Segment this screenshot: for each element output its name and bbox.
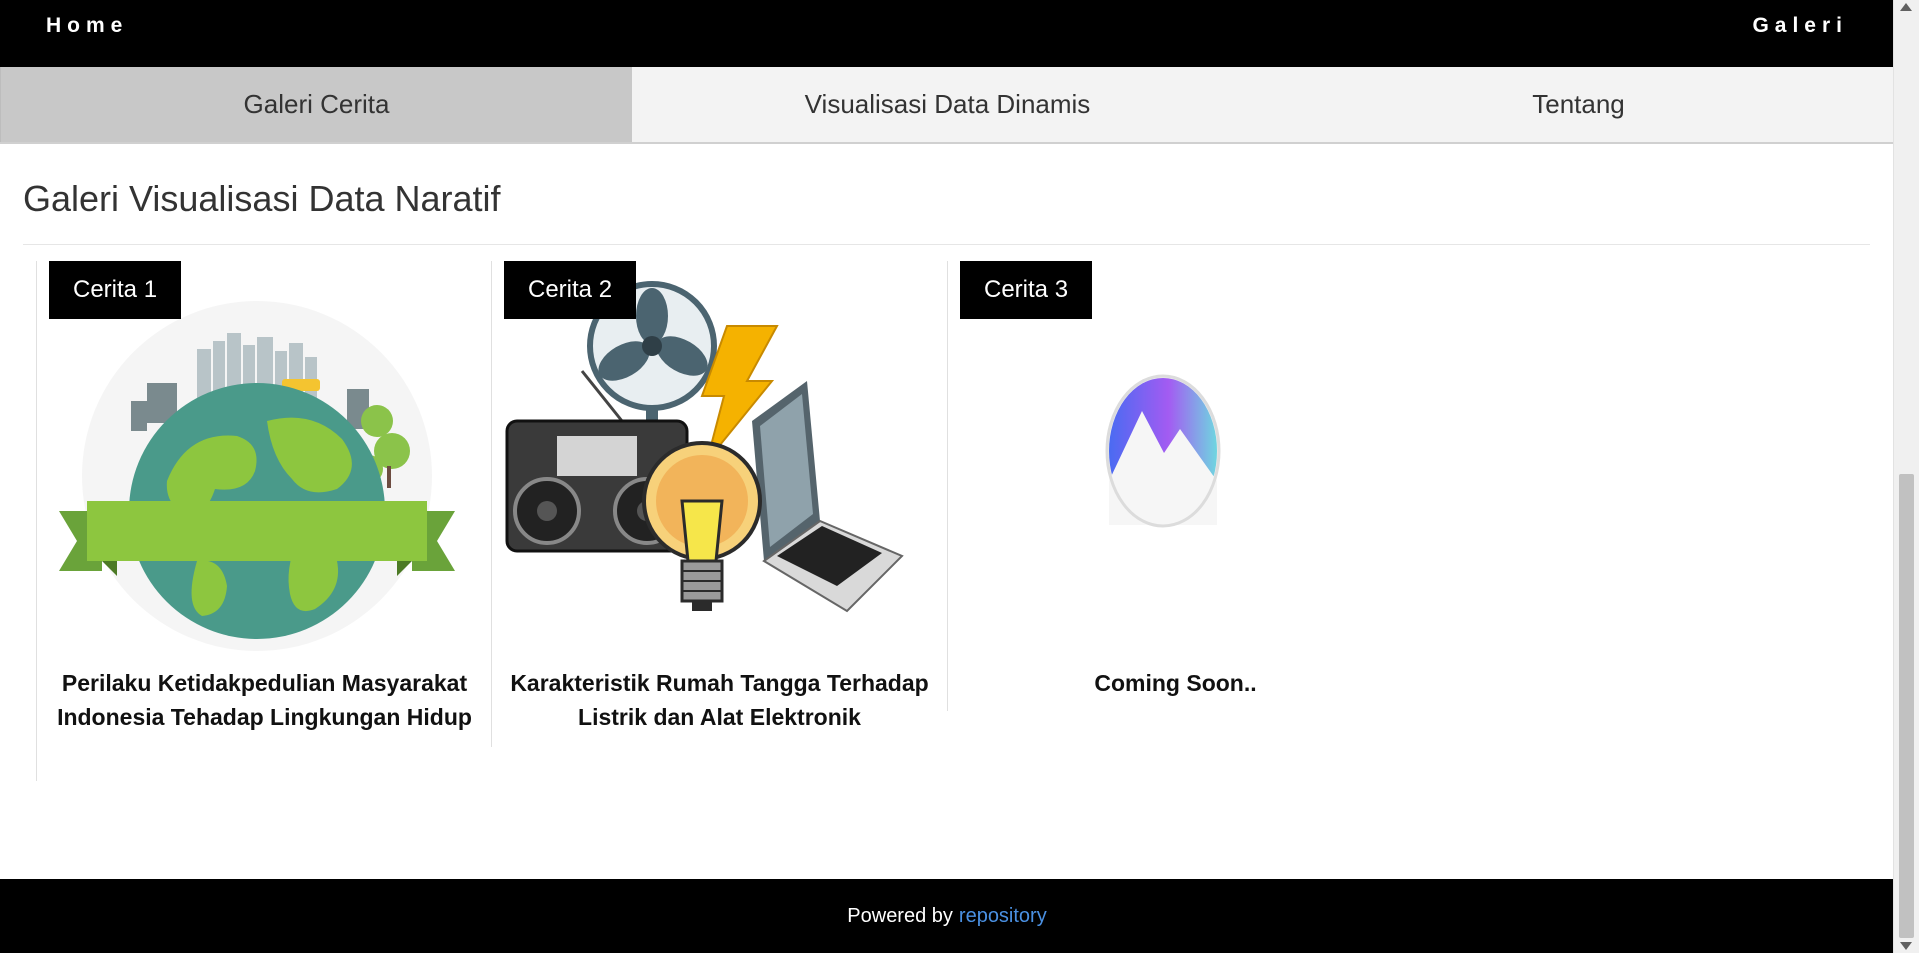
story-title[interactable]: Coming Soon..: [948, 666, 1403, 700]
story-card-2[interactable]: Cerita 2 Karakteristik Rumah Tangga Terh…: [491, 261, 947, 747]
footer: Powered by repository: [0, 879, 1894, 953]
story-card-3[interactable]: Cerita 3 Coming Soon..: [947, 261, 1403, 711]
scroll-up-arrow-icon[interactable]: [1900, 3, 1912, 11]
story-card-1[interactable]: Cerita 1 Perilaku Ketidakpedulian Masyar…: [36, 261, 492, 781]
nav-galeri-link[interactable]: Galeri: [1752, 14, 1848, 38]
tab-bar: Galeri Cerita Visualisasi Data Dinamis T…: [0, 67, 1894, 144]
vertical-scrollbar[interactable]: [1893, 0, 1919, 953]
story-badge[interactable]: Cerita 2: [504, 261, 637, 319]
tab-visualisasi-data-dinamis[interactable]: Visualisasi Data Dinamis: [632, 67, 1263, 142]
scroll-down-arrow-icon[interactable]: [1900, 942, 1912, 950]
repository-link[interactable]: repository: [959, 905, 1047, 928]
scrollbar-thumb[interactable]: [1899, 474, 1914, 938]
tab-galeri-cerita[interactable]: Galeri Cerita: [0, 67, 632, 142]
story-badge[interactable]: Cerita 1: [49, 261, 182, 319]
tab-tentang[interactable]: Tentang: [1263, 67, 1894, 142]
divider: [23, 244, 1870, 245]
story-title[interactable]: Karakteristik Rumah Tangga Terhadap List…: [492, 666, 947, 734]
section-title: Galeri Visualisasi Data Naratif: [23, 178, 501, 219]
top-navbar: Home Galeri: [0, 0, 1894, 67]
mountain-logo-placeholder[interactable]: [958, 271, 1378, 671]
earth-environment-illustration[interactable]: [47, 271, 467, 671]
story-badge[interactable]: Cerita 3: [960, 261, 1093, 319]
page: Home Galeri Galeri Cerita Visualisasi Da…: [0, 0, 1894, 953]
footer-text: Powered by: [847, 904, 953, 927]
story-title[interactable]: Perilaku Ketidakpedulian Masyarakat Indo…: [37, 666, 492, 734]
household-electronics-illustration[interactable]: [502, 271, 922, 671]
nav-home-link[interactable]: Home: [46, 14, 128, 38]
